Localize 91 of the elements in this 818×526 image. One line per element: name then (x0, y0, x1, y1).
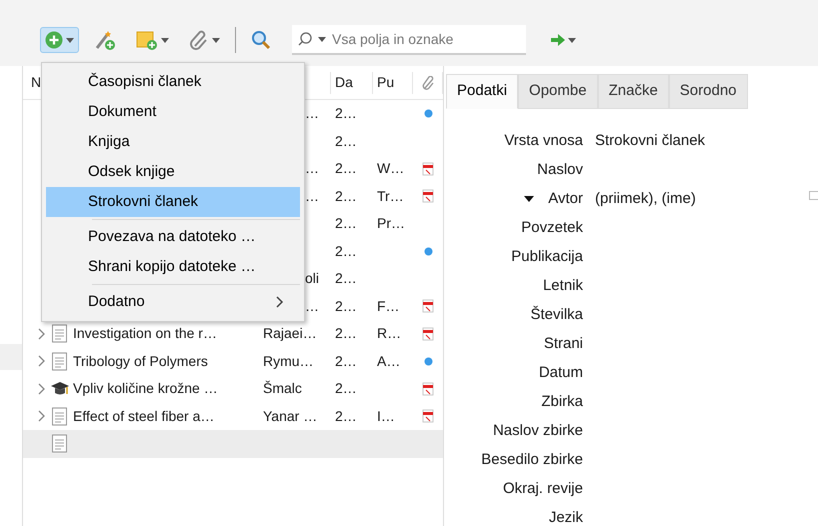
field-label: Jezik (548, 508, 583, 526)
table-cell-text: Effect of steel fiber a… (73, 406, 214, 426)
table-cell: A… (377, 352, 400, 369)
column-header[interactable]: Pu (377, 72, 394, 93)
field-label: Vrsta vnosa (504, 130, 583, 151)
document-icon (51, 324, 69, 344)
field-label: Naslov (537, 160, 583, 180)
paperclip-icon[interactable] (422, 76, 434, 90)
field-label: Strani (544, 334, 583, 354)
expander-icon[interactable] (37, 328, 47, 340)
table-cell-text: Investigation on the r… (73, 324, 217, 344)
field-label: Povzetek (521, 218, 583, 238)
menu-item[interactable]: Odsek knjige (46, 157, 300, 187)
table-cell: 2… (335, 270, 357, 286)
field-value[interactable]: Strokovni članek (595, 130, 706, 152)
table-cell: Šmalc (263, 380, 302, 396)
table-cell: 2… (335, 408, 357, 424)
document-icon (51, 406, 69, 426)
search-icon[interactable] (298, 32, 312, 46)
menu-item[interactable]: Dokument (46, 97, 300, 127)
tab[interactable]: Značke (598, 74, 669, 108)
table-cell: 2… (335, 215, 357, 232)
caret-icon (568, 38, 576, 42)
field-value[interactable]: (priimek), (ime) (595, 188, 696, 210)
field-label: Letnik (542, 276, 583, 296)
table-cell: … (305, 105, 319, 122)
table-cell: … (305, 188, 319, 204)
search-icon (251, 30, 271, 50)
tab[interactable]: Sorodno (668, 74, 748, 108)
table-cell: 2… (335, 105, 357, 122)
field-label: Datum (538, 362, 583, 383)
table-cell-text: Vpliv količine krožne … (73, 379, 218, 398)
new-item-button[interactable] (40, 27, 79, 53)
expander-icon[interactable] (37, 382, 47, 395)
chevron-icon (276, 296, 284, 308)
menu-item[interactable]: Povezava na datoteko … (46, 222, 300, 252)
creator-type-toggle[interactable] (809, 191, 818, 200)
table-cell: 2… (335, 352, 357, 369)
column-header[interactable]: N (31, 72, 42, 93)
menu-item[interactable]: Časopisni članek (46, 67, 300, 97)
note-icon (136, 29, 158, 51)
field-label: Okraj. revije (502, 478, 583, 499)
caret-icon (66, 38, 74, 42)
table-cell: Tr… (377, 188, 404, 204)
search-bar[interactable]: Vsa polja in oznake (292, 25, 526, 55)
table-cell: W… (377, 160, 404, 176)
field-label: Publikacija (511, 246, 583, 267)
table-cell-text: Tribology of Polymers (73, 352, 208, 371)
menu-item[interactable]: Shrani kopijo datoteke … (46, 252, 300, 282)
table-cell: oli (305, 270, 320, 286)
paperclip-icon (189, 30, 209, 50)
column-header[interactable]: Da (335, 72, 353, 93)
caret-icon[interactable] (318, 36, 326, 42)
table-cell: 2… (335, 188, 357, 204)
field-label: Številka (530, 304, 583, 325)
caret-icon (212, 38, 220, 42)
menu-item[interactable]: Knjiga (46, 127, 300, 157)
table-cell: … (305, 160, 319, 176)
table-cell: Pr… (377, 215, 405, 232)
field-label: Besedilo zbirke (481, 450, 583, 470)
search-field[interactable]: Vsa polja in oznake (332, 28, 502, 50)
table-cell: 2… (335, 298, 357, 314)
table-cell: … (305, 298, 319, 314)
table-cell: 2… (335, 132, 357, 149)
menu-item[interactable]: Strokovni članek (46, 187, 300, 217)
field-label: Zbirka (541, 392, 583, 412)
field-label: Naslov zbirke (492, 420, 583, 441)
tab[interactable]: Opombe (518, 74, 598, 108)
table-cell: Rajaei… (263, 325, 317, 342)
arrow-icon (551, 34, 565, 46)
menu-item[interactable]: Dodatno (46, 287, 300, 317)
table-cell: 2… (335, 325, 357, 342)
document-icon (51, 434, 69, 454)
table-cell: F… (377, 298, 400, 314)
table-cell: 2… (335, 380, 357, 396)
plus-icon (45, 31, 63, 49)
field-label: Avtor (548, 188, 583, 209)
table-cell: Rymu… (263, 352, 314, 369)
tab[interactable]: Podatki (446, 74, 518, 108)
table-cell: 2… (335, 242, 357, 259)
triangle-icon[interactable] (524, 196, 534, 202)
table-cell: R… (377, 325, 402, 342)
document-icon (51, 352, 69, 371)
pane-strip (0, 344, 22, 370)
caret-icon (161, 38, 169, 42)
table-cell: I… (377, 408, 395, 424)
expander-icon[interactable] (37, 355, 47, 368)
table-cell: 2… (335, 160, 357, 176)
wand-icon (94, 29, 116, 51)
table-cell: Yanar … (263, 408, 318, 424)
expander-icon[interactable] (37, 410, 47, 422)
